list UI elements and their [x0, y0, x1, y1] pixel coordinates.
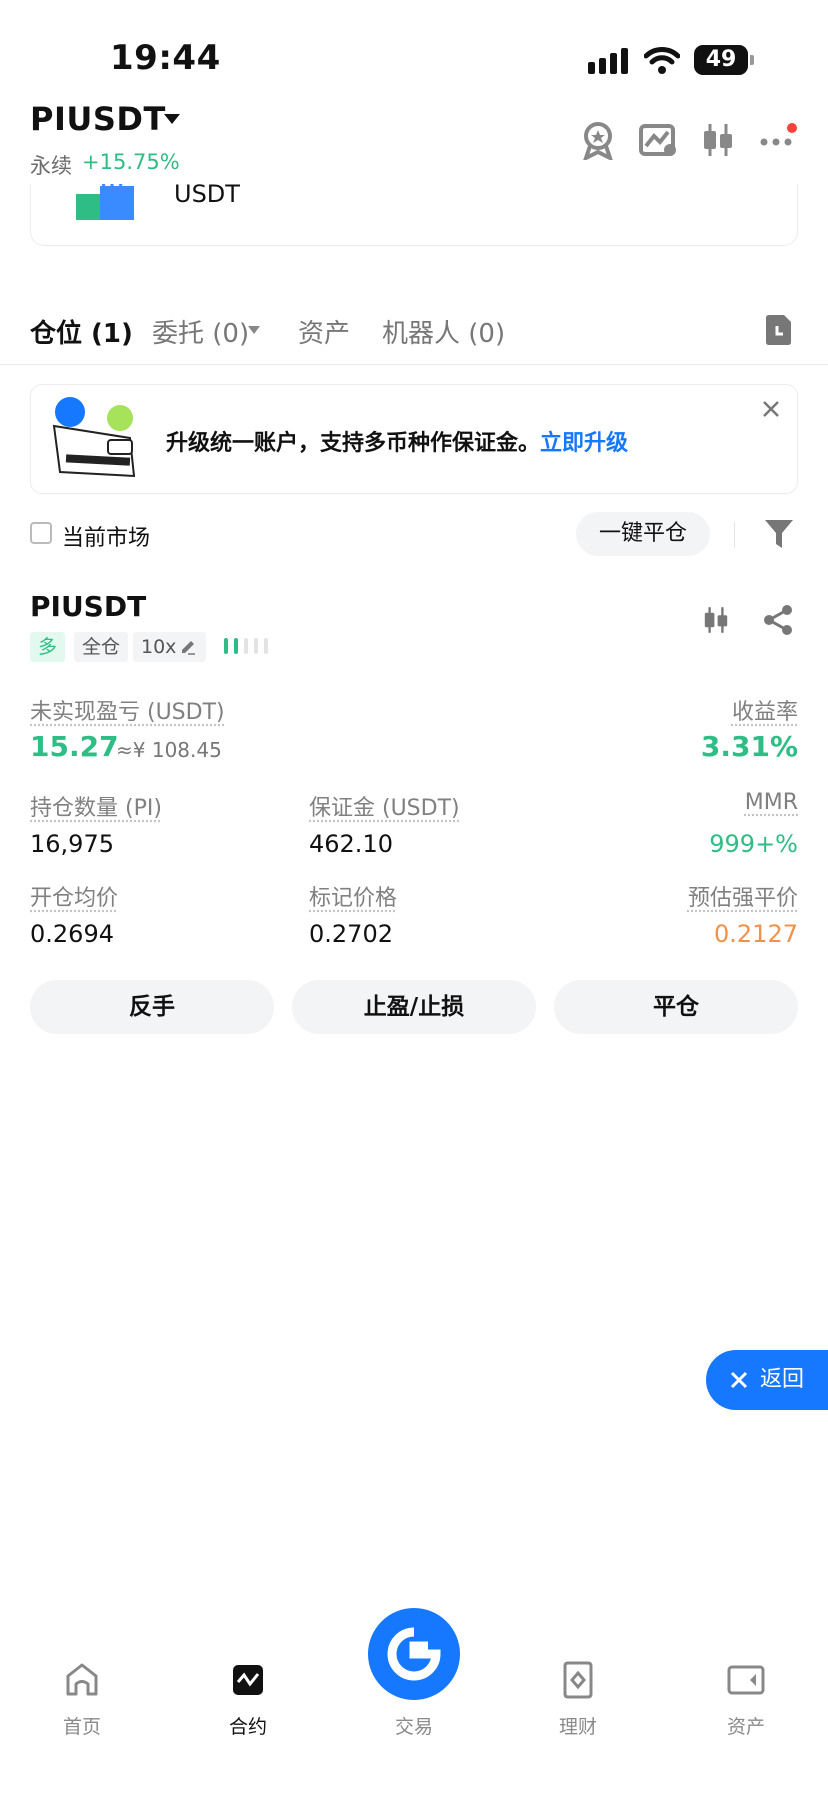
reverse-button[interactable]: 反手: [30, 980, 274, 1034]
price-change: +15.75%: [82, 150, 180, 174]
close-position-button[interactable]: 平仓: [554, 980, 798, 1034]
wallet-illustration-icon: [52, 397, 136, 478]
more-icon[interactable]: [758, 120, 798, 160]
margin-value: 462.10: [309, 830, 393, 858]
roe-value: 3.31%: [700, 730, 798, 763]
mmr-label[interactable]: MMR: [745, 790, 798, 815]
divider: [734, 522, 735, 548]
chevron-down-icon[interactable]: [164, 114, 180, 126]
futures-icon[interactable]: [228, 1660, 268, 1700]
banner-message: 升级统一账户，支持多币种作保证金。立即升级: [166, 425, 628, 457]
position-qty-value: 16,975: [30, 830, 114, 858]
signal-icon: [588, 48, 628, 74]
unrealized-pnl-label[interactable]: 未实现盈亏 (USDT): [30, 694, 225, 726]
tab-positions[interactable]: 仓位 (1): [30, 313, 133, 350]
adl-indicator-icon: [224, 638, 268, 654]
position-qty-label[interactable]: 持仓数量 (PI): [30, 790, 162, 822]
asset-label: USDT: [174, 180, 240, 208]
unrealized-pnl-value: 15.27: [30, 730, 119, 763]
candlestick-icon[interactable]: [698, 120, 738, 160]
earn-icon[interactable]: [558, 1660, 598, 1700]
filter-icon[interactable]: [764, 518, 794, 550]
unrealized-pnl-cny: ≈¥ 108.45: [116, 738, 222, 762]
nav-trade-label[interactable]: 交易: [374, 1712, 454, 1739]
back-button[interactable]: 返回: [706, 1350, 828, 1410]
side-badge: 多: [30, 632, 66, 662]
tab-assets[interactable]: 资产: [298, 313, 350, 350]
entry-price-value: 0.2694: [30, 920, 114, 948]
close-x-icon: [730, 1371, 748, 1389]
chart-compare-icon[interactable]: [638, 120, 678, 160]
upgrade-link[interactable]: 立即升级: [540, 431, 628, 456]
position-chart-icon[interactable]: [700, 602, 732, 638]
caret-down-icon[interactable]: [248, 326, 260, 334]
current-market-label: 当前市场: [62, 526, 151, 551]
tab-bots[interactable]: 机器人 (0): [382, 313, 505, 350]
back-label: 返回: [760, 1367, 805, 1392]
battery-indicator: 49: [694, 45, 754, 75]
perpetual-label: 永续: [30, 154, 72, 178]
nav-earn-label[interactable]: 理财: [538, 1712, 618, 1739]
liq-price-label[interactable]: 预估强平价: [688, 880, 798, 912]
current-market-checkbox[interactable]: [30, 522, 52, 544]
close-icon[interactable]: [762, 400, 780, 418]
margin-mode-badge: 全仓: [74, 632, 129, 662]
status-time: 19:44: [110, 38, 221, 78]
liq-price-value: 0.2127: [714, 920, 798, 948]
assets-icon[interactable]: [726, 1660, 766, 1700]
roe-label[interactable]: 收益率: [732, 694, 798, 726]
tab-orders[interactable]: 委托 (0): [152, 313, 249, 350]
history-icon[interactable]: [764, 314, 792, 346]
margin-label[interactable]: 保证金 (USDT): [309, 790, 460, 822]
wifi-icon: [644, 47, 680, 74]
badge-icon[interactable]: [578, 120, 618, 160]
mmr-value: 999+%: [709, 830, 798, 858]
mark-price-value: 0.2702: [309, 920, 393, 948]
nav-assets-label[interactable]: 资产: [706, 1712, 786, 1739]
nav-home-label[interactable]: 首页: [42, 1712, 122, 1739]
tabs-divider: [0, 364, 828, 365]
entry-price-label[interactable]: 开仓均价: [30, 880, 118, 912]
nav-futures-label[interactable]: 合约: [208, 1712, 288, 1739]
banner-text: 升级统一账户，支持多币种作保证金。: [166, 431, 541, 456]
share-icon[interactable]: [762, 604, 794, 636]
tpsl-button[interactable]: 止盈/止损: [292, 980, 536, 1034]
mark-price-label[interactable]: 标记价格: [309, 880, 397, 912]
position-symbol[interactable]: PIUSDT: [30, 590, 146, 623]
pair-title[interactable]: PIUSDT: [30, 100, 166, 138]
trade-icon[interactable]: [384, 1624, 444, 1684]
close-all-button[interactable]: 一键平仓: [576, 512, 710, 556]
home-icon[interactable]: [62, 1660, 102, 1700]
edit-icon[interactable]: [180, 639, 196, 655]
